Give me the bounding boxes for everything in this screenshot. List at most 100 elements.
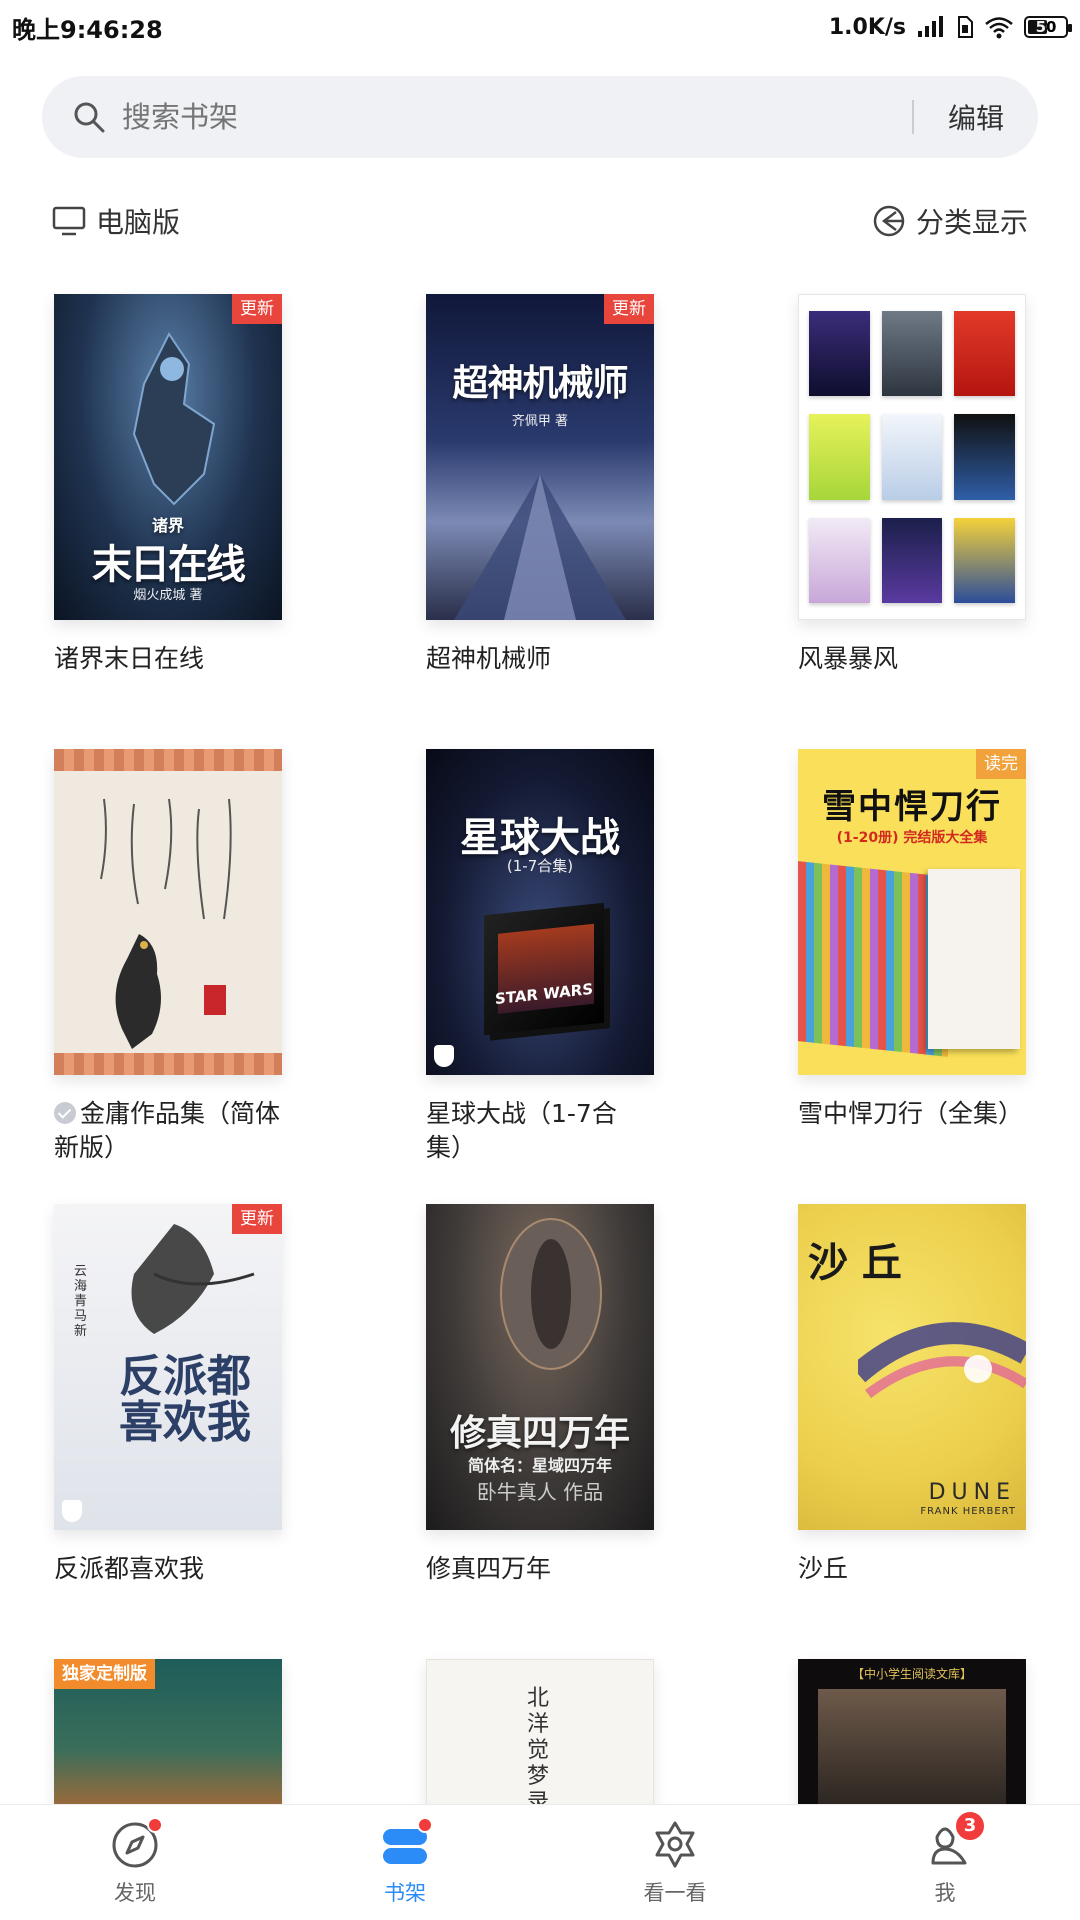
book-cover[interactable] bbox=[54, 749, 282, 1075]
book-item[interactable]: 独家定制版 bbox=[54, 1659, 282, 1809]
book-cover[interactable]: 雪中悍刀行 (1-20册) 完结版大全集 读完 bbox=[798, 749, 1026, 1075]
search-input[interactable] bbox=[122, 100, 912, 134]
book-cover[interactable]: 沙 丘 DUNE FRANK HERBERT bbox=[798, 1204, 1026, 1530]
cover-author-text: FRANK HERBERT bbox=[920, 1506, 1016, 1517]
book-item[interactable]: 风暴暴风 bbox=[798, 294, 1026, 676]
nav-look[interactable]: 看一看 bbox=[540, 1805, 810, 1920]
mask-icon bbox=[62, 1500, 82, 1522]
folder-thumbnail bbox=[954, 414, 1015, 500]
search-bar[interactable]: 编辑 bbox=[42, 76, 1038, 158]
book-title: 诸界末日在线 bbox=[54, 644, 205, 673]
status-icons: 1.0K/s 50 bbox=[828, 10, 1072, 44]
book-title: 修真四万年 bbox=[426, 1554, 552, 1583]
status-bar: 晚上9:46:28 1.0K/s 50 bbox=[0, 0, 1080, 56]
notification-dot bbox=[147, 1817, 163, 1833]
status-time: 晚上9:46:28 bbox=[12, 16, 163, 44]
update-badge: 更新 bbox=[232, 1204, 282, 1234]
nav-bookshelf[interactable]: 书架 bbox=[270, 1805, 540, 1920]
sim-icon bbox=[958, 16, 973, 38]
photo-illustration bbox=[818, 1689, 1006, 1809]
battery-icon: 50 bbox=[1024, 16, 1072, 38]
book-cover[interactable]: 修真四万年 简体名：星域四万年 卧牛真人 作品 bbox=[426, 1204, 654, 1530]
book-item[interactable]: 金庸作品集（简体新版） bbox=[54, 749, 282, 1165]
nav-me[interactable]: 3 我 bbox=[810, 1805, 1080, 1920]
swordsman-illustration bbox=[131, 1224, 255, 1334]
book-title: 星球大战（1-7合集） bbox=[426, 1099, 617, 1162]
pc-version-button[interactable]: 电脑版 bbox=[52, 201, 180, 241]
signal-icon bbox=[918, 16, 943, 37]
book-spines-illustration bbox=[798, 861, 948, 1057]
folder-thumbnail bbox=[881, 311, 943, 397]
book-title-text: 金庸作品集（简体新版） bbox=[54, 1099, 281, 1162]
folder-thumbnail bbox=[809, 311, 870, 397]
book-title: 金庸作品集（简体新版） bbox=[54, 1097, 282, 1165]
cover-title-text: 雪中悍刀行 bbox=[822, 787, 1002, 827]
cover-subtitle-text: 【中小学生阅读文库】 bbox=[851, 1667, 972, 1681]
book-item[interactable]: 超神机械师 齐佩甲 著 更新 超神机械师 bbox=[426, 294, 654, 676]
book-cover[interactable]: 独家定制版 bbox=[54, 1659, 282, 1809]
folder-thumbnail bbox=[954, 517, 1015, 603]
monitor-icon bbox=[52, 206, 86, 236]
cover-author-text: 云海青马 新 bbox=[74, 1264, 88, 1339]
book-cover[interactable]: 反派都喜欢我 云海青马 新 更新 bbox=[54, 1204, 282, 1530]
book-item[interactable]: 修真四万年 简体名：星域四万年 卧牛真人 作品 修真四万年 bbox=[426, 1204, 654, 1586]
book-folder-cover[interactable] bbox=[798, 294, 1026, 620]
book-item[interactable]: 【中小学生阅读文库】 bbox=[798, 1659, 1026, 1809]
book-item[interactable]: 星球大战 (1-7合集) STAR WARS 星球大战（1-7合集） bbox=[426, 749, 654, 1165]
pc-version-label: 电脑版 bbox=[96, 206, 181, 239]
folder-thumbnail bbox=[809, 414, 870, 500]
front-book-illustration bbox=[928, 869, 1020, 1049]
nav-label: 看一看 bbox=[643, 1881, 707, 1905]
book-item[interactable]: 北洋觉梦录 bbox=[426, 1659, 654, 1809]
update-badge: 更新 bbox=[604, 294, 654, 324]
book-item[interactable]: 沙 丘 DUNE FRANK HERBERT 沙丘 bbox=[798, 1204, 1026, 1586]
spaceship-illustration bbox=[454, 474, 626, 620]
edit-button[interactable]: 编辑 bbox=[914, 97, 1038, 137]
book-cover[interactable]: 星球大战 (1-7合集) STAR WARS bbox=[426, 749, 654, 1075]
notification-count-badge: 3 bbox=[953, 1809, 987, 1843]
mask-icon bbox=[434, 1045, 454, 1067]
cover-title-text: 反派都喜欢我 bbox=[119, 1351, 251, 1448]
update-badge: 更新 bbox=[232, 294, 282, 324]
nav-label: 发现 bbox=[114, 1881, 156, 1905]
search-icon bbox=[74, 102, 105, 133]
book-item[interactable]: 雪中悍刀行 (1-20册) 完结版大全集 读完 雪中悍刀行（全集） bbox=[798, 749, 1026, 1131]
cover-title-text: 超神机械师 bbox=[452, 363, 628, 404]
book-title: 超神机械师 bbox=[426, 644, 552, 673]
book-title: 雪中悍刀行（全集） bbox=[798, 1099, 1024, 1128]
book-item[interactable]: 诸界 末日在线 烟火成城 著 更新 诸界末日在线 bbox=[54, 294, 282, 676]
cover-author-text: 齐佩甲 著 bbox=[511, 414, 569, 429]
cover-title-text: 北洋觉梦录 bbox=[527, 1686, 550, 1809]
seal-stamp bbox=[204, 985, 226, 1015]
shelf-toolbar: 电脑版 分类显示 bbox=[52, 198, 1028, 244]
battery-level: 50 bbox=[1035, 18, 1057, 36]
cover-subtitle-text: 简体名：星域四万年 bbox=[467, 1456, 612, 1475]
nav-label: 书架 bbox=[384, 1881, 426, 1905]
book-item[interactable]: 反派都喜欢我 云海青马 新 更新 反派都喜欢我 bbox=[54, 1204, 282, 1586]
book-cover[interactable]: 诸界 末日在线 烟火成城 著 更新 bbox=[54, 294, 282, 620]
book-cover[interactable]: 北洋觉梦录 bbox=[426, 1659, 654, 1809]
cover-title-text: 末日在线 bbox=[92, 542, 246, 588]
robot-figure-illustration bbox=[132, 332, 216, 506]
cover-border-bottom bbox=[54, 1053, 282, 1075]
category-display-label: 分类显示 bbox=[915, 206, 1028, 239]
star-hexagon-icon bbox=[655, 1821, 695, 1868]
cover-author-text: 卧牛真人 作品 bbox=[476, 1480, 604, 1504]
notification-dot bbox=[417, 1817, 433, 1833]
book-cover[interactable]: 超神机械师 齐佩甲 著 更新 bbox=[426, 294, 654, 620]
book-cover[interactable]: 【中小学生阅读文库】 bbox=[798, 1659, 1026, 1809]
galaxy-illustration bbox=[858, 1322, 1026, 1399]
wifi-icon bbox=[985, 17, 1013, 39]
network-speed: 1.0K/s bbox=[828, 14, 906, 40]
folder-thumbnails bbox=[809, 311, 1015, 603]
category-display-button[interactable]: 分类显示 bbox=[872, 201, 1028, 241]
cover-author-text: 烟火成城 著 bbox=[133, 588, 203, 603]
cover-border-top bbox=[54, 749, 282, 771]
exclusive-badge: 独家定制版 bbox=[54, 1659, 155, 1689]
cover-subtitle-text: DUNE bbox=[928, 1480, 1016, 1505]
nav-discover[interactable]: 发现 bbox=[0, 1805, 270, 1920]
folder-thumbnail bbox=[881, 517, 943, 603]
planet-fortress-illustration bbox=[500, 1218, 602, 1370]
book-title: 风暴暴风 bbox=[798, 644, 899, 673]
folder-thumbnail bbox=[954, 311, 1015, 397]
